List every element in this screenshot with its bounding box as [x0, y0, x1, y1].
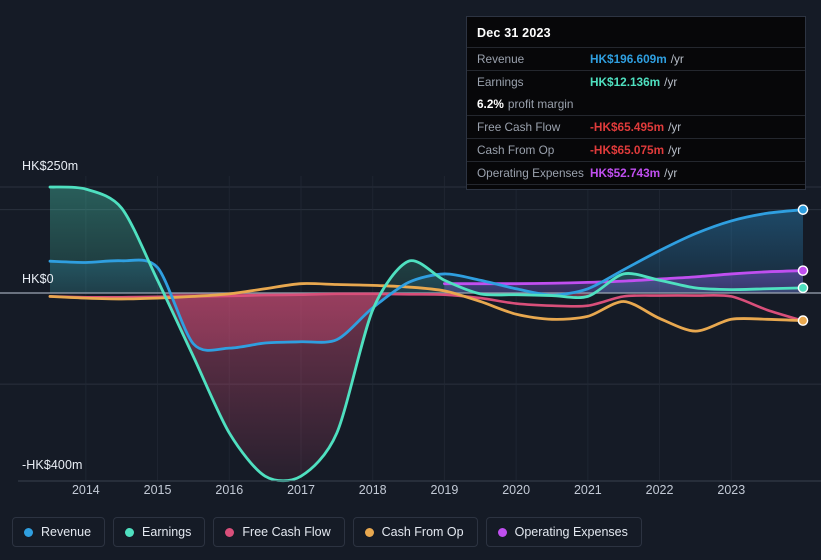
legend-item-label: Earnings [142, 525, 192, 539]
tooltip-row-unit: /yr [664, 75, 678, 89]
tooltip-row-unit: /yr [668, 143, 682, 157]
tooltip-row-label: Free Cash Flow [477, 120, 561, 134]
tooltip-row-profit-margin: 6.2% profit margin [467, 93, 805, 115]
tooltip-row-value: -HK$65.495m [590, 120, 665, 134]
tooltip-row-value: HK$52.743m [590, 166, 661, 180]
tooltip-row-unit: /yr [668, 120, 682, 134]
legend-item-cash-from-op[interactable]: Cash From Op [352, 517, 478, 547]
x-axis-tick-2020: 2020 [502, 483, 531, 497]
legend-color-dot-icon [225, 527, 235, 537]
x-axis-tick-2016: 2016 [215, 483, 244, 497]
chart-legend[interactable]: Revenue Earnings Free Cash Flow Cash From O… [12, 517, 642, 547]
data-tooltip: Dec 31 2023 Revenue HK$196.609m/yr Earning… [466, 16, 806, 190]
legend-item-free-cash-flow[interactable]: Free Cash Flow [213, 517, 345, 547]
x-axis-tick-2023: 2023 [717, 483, 746, 497]
y-axis-label-zero: HK$0 [22, 272, 54, 286]
tooltip-row-free-cash-flow: Free Cash Flow -HK$65.495m/yr [467, 115, 805, 138]
tooltip-row-label: Cash From Op [477, 143, 555, 157]
legend-item-earnings[interactable]: Earnings [113, 517, 206, 547]
tooltip-margin-value: 6.2% [477, 97, 504, 111]
tooltip-rows: Revenue HK$196.609m/yr Earnings HK$12.136m /… [467, 47, 805, 189]
tooltip-row-unit: /yr [670, 52, 684, 66]
legend-item-label: Operating Expenses [514, 525, 628, 539]
legend-item-revenue[interactable]: Revenue [12, 517, 106, 547]
x-axis-tick-2019: 2019 [430, 483, 459, 497]
tooltip-row-value: HK$196.609m [590, 52, 667, 66]
financial-chart: HK$250m HK$0 -HK$400m 2014 2015 2016 2017 20… [0, 0, 821, 560]
tooltip-row-unit: /yr [664, 166, 678, 180]
endpoint-marker-cash-from-op [797, 315, 809, 326]
x-axis-labels: 2014 2015 2016 2017 2018 2019 2020 2021 2022 2023 [0, 483, 821, 503]
endpoint-marker-revenue [797, 204, 809, 215]
legend-color-dot-icon [24, 527, 33, 537]
x-axis-tick-2022: 2022 [645, 483, 674, 497]
tooltip-date: Dec 31 2023 [477, 26, 551, 40]
tooltip-row-cash-from-op: Cash From Op -HK$65.075m/yr [467, 138, 805, 161]
y-axis-label-top: HK$250m [22, 159, 79, 173]
legend-item-label: Revenue [41, 525, 92, 539]
tooltip-row-label: Revenue [477, 52, 525, 66]
legend-item-label: Free Cash Flow [242, 525, 331, 539]
x-axis-tick-2018: 2018 [358, 483, 387, 497]
tooltip-row-earnings: Earnings HK$12.136m/yr [467, 70, 805, 93]
tooltip-row-operating-expenses: Operating Expenses HK$52.743m/yr [467, 161, 805, 184]
legend-item-operating-expenses[interactable]: Operating Expenses [485, 517, 642, 547]
legend-color-dot-icon [125, 527, 135, 537]
tooltip-row-value: -HK$65.075m [590, 143, 665, 157]
tooltip-bottom-divider [467, 184, 805, 189]
endpoint-marker-operating-expenses [797, 265, 809, 276]
y-axis-label-bottom: -HK$400m [22, 458, 83, 472]
x-axis-tick-2014: 2014 [71, 483, 100, 497]
endpoint-marker-earnings [797, 282, 809, 294]
tooltip-row-label: Earnings [477, 75, 524, 89]
legend-item-label: Cash From Op [381, 525, 464, 539]
tooltip-row-revenue: Revenue HK$196.609m/yr [467, 47, 805, 70]
tooltip-margin-text: profit margin [507, 97, 574, 111]
x-axis-tick-2017: 2017 [287, 483, 315, 497]
tooltip-row-value: HK$12.136m [590, 75, 661, 89]
legend-color-dot-icon [497, 527, 507, 537]
tooltip-row-label: Operating Expenses [477, 166, 584, 180]
x-axis-tick-2015: 2015 [143, 483, 172, 497]
legend-color-dot-icon [364, 527, 374, 537]
x-axis-tick-2021: 2021 [573, 483, 602, 497]
